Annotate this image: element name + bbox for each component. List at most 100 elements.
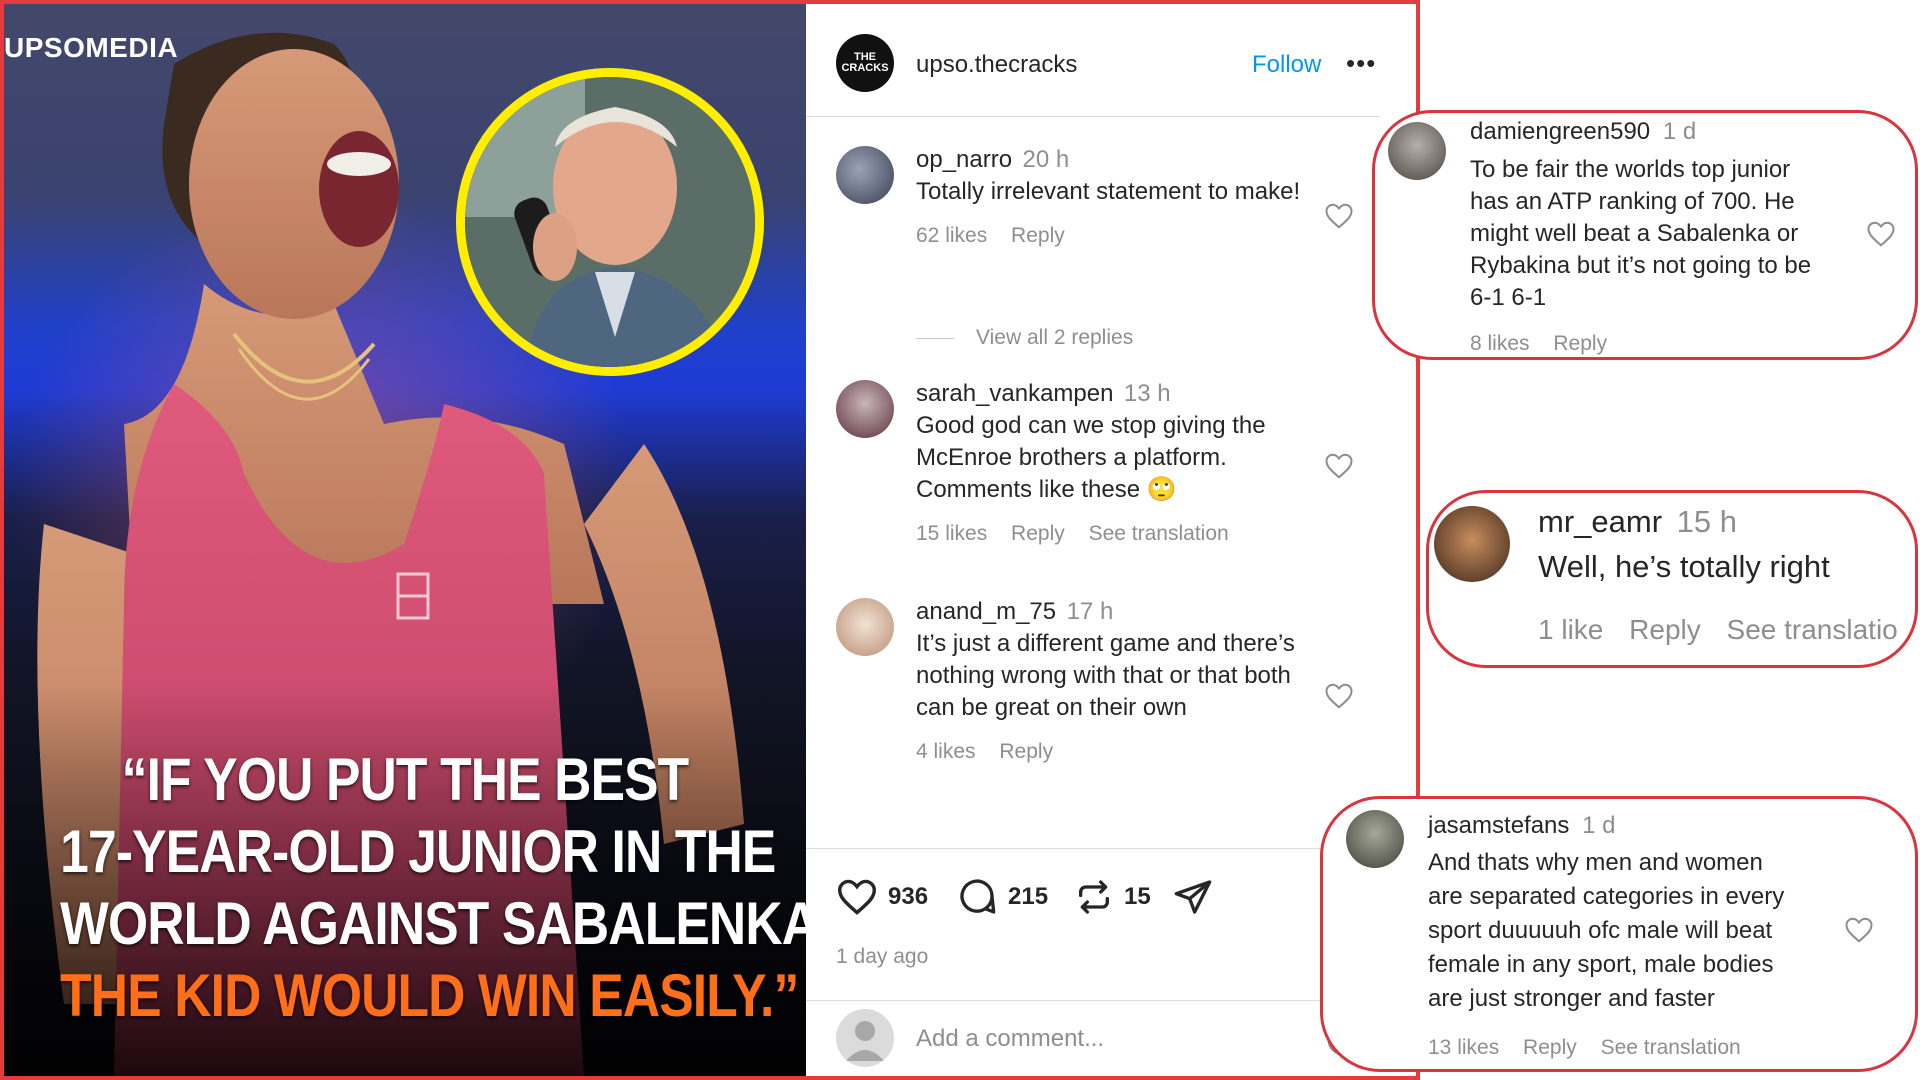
- share-paper-plane-icon[interactable]: [1172, 877, 1214, 917]
- comment-actions: 8 likes Reply: [1470, 332, 1625, 356]
- comment-line: To be fair the worlds top junior: [1470, 156, 1791, 183]
- reply-button[interactable]: Reply: [1011, 224, 1065, 247]
- comment-actions: 13 likes Reply See translation: [1428, 1036, 1759, 1060]
- comment-header: jasamstefans 1 d: [1428, 812, 1615, 840]
- comment-text: Good god can we stop giving the McEnroe …: [916, 412, 1266, 503]
- comment-line: might well beat a Sabalenka or: [1470, 220, 1799, 247]
- man-on-phone-image: [465, 77, 755, 367]
- commenter-avatar[interactable]: [1346, 810, 1404, 868]
- comment-line: are just stronger and faster: [1428, 985, 1715, 1012]
- comment-bubble-icon[interactable]: [956, 877, 998, 917]
- comment-likes[interactable]: 8 likes: [1470, 332, 1530, 355]
- commenter-avatar[interactable]: [836, 598, 894, 656]
- comment-actions: 62 likes Reply: [916, 224, 1316, 248]
- quote-text: “IF YOU PUT THE BEST 17-YEAR-OLD JUNIOR …: [60, 744, 806, 1032]
- more-options-icon[interactable]: •••: [1346, 48, 1376, 79]
- quote-line-2: 17-YEAR-OLD JUNIOR IN THE: [60, 818, 776, 885]
- see-translation-link[interactable]: See translation: [1601, 1036, 1741, 1059]
- comment-line: Rybakina but it’s not going to be: [1470, 252, 1812, 279]
- like-action[interactable]: 936: [836, 877, 928, 917]
- like-comment-heart-icon[interactable]: [1324, 202, 1354, 230]
- post-header: THE CRACKS upso.thecracks Follow •••: [806, 4, 1380, 117]
- comment-body: op_narro 20 h Totally irrelevant stateme…: [916, 146, 1316, 248]
- comment-header: damiengreen590 1 d: [1470, 118, 1696, 146]
- watermark: UPSOMEDIA: [4, 32, 179, 63]
- add-comment-row: [806, 1000, 1380, 1076]
- comment-time: 17 h: [1066, 598, 1114, 625]
- like-count: 936: [888, 883, 929, 910]
- highlighted-comment: mr_eamr 15 h Well, he’s totally right 1 …: [1434, 504, 1914, 660]
- reply-button[interactable]: Reply: [999, 740, 1053, 763]
- like-comment-heart-icon[interactable]: [1324, 452, 1354, 480]
- comment-username[interactable]: sarah_vankampen: [916, 380, 1113, 407]
- comment-text: Well, he’s totally right: [1538, 548, 1830, 586]
- comment-text: It’s just a different game and there’s n…: [916, 630, 1295, 721]
- comment-likes[interactable]: 15 likes: [916, 522, 987, 545]
- reply-button[interactable]: Reply: [1011, 522, 1065, 545]
- highlighted-comment: damiengreen590 1 d To be fair the worlds…: [1388, 118, 1908, 356]
- comment-count: 215: [1008, 883, 1049, 910]
- comment-input[interactable]: [916, 1021, 1316, 1057]
- comment-likes[interactable]: 4 likes: [916, 740, 976, 763]
- default-user-icon: [846, 1021, 884, 1061]
- account-avatar[interactable]: THE CRACKS: [836, 34, 894, 92]
- like-comment-heart-icon[interactable]: [1866, 220, 1896, 248]
- comment-line: Well, he’s totally right: [1538, 549, 1830, 584]
- repost-action[interactable]: 15: [1074, 877, 1151, 917]
- reply-button[interactable]: Reply: [1523, 1036, 1577, 1059]
- quote-line-3: WORLD AGAINST SABALENKA,: [60, 890, 806, 957]
- commenter-avatar[interactable]: [836, 146, 894, 204]
- comment-time: 1 d: [1582, 812, 1616, 839]
- view-replies-link[interactable]: View all 2 replies: [916, 326, 1133, 350]
- comment-line: are separated categories in every: [1428, 883, 1785, 910]
- comment-likes[interactable]: 13 likes: [1428, 1036, 1499, 1059]
- comment-line: 6-1 6-1: [1470, 284, 1547, 311]
- comment-username[interactable]: jasamstefans: [1428, 812, 1569, 839]
- comment-username[interactable]: damiengreen590: [1470, 118, 1650, 145]
- comment-time: 15 h: [1676, 504, 1737, 539]
- see-translation-link[interactable]: See translatio: [1727, 614, 1898, 645]
- avatar-text: CRACKS: [841, 62, 889, 74]
- post-image: UPSOMEDIA “IF YOU PUT THE BEST 17-YEAR-O…: [4, 4, 806, 1076]
- comment-item: anand_m_75 17 h It’s just a different ga…: [806, 598, 1380, 818]
- comment-line: sport duuuuuh ofc male will beat: [1428, 917, 1773, 944]
- comment-header: mr_eamr 15 h: [1538, 504, 1737, 540]
- inset-photo: [456, 68, 764, 376]
- repost-count: 15: [1124, 883, 1151, 910]
- comment-likes[interactable]: 1 like: [1538, 614, 1603, 645]
- comment-likes[interactable]: 62 likes: [916, 224, 987, 247]
- comment-username[interactable]: mr_eamr: [1538, 504, 1662, 539]
- quote-line-4: THE KID WOULD WIN EASILY.”: [60, 962, 799, 1029]
- heart-icon[interactable]: [836, 878, 878, 916]
- quote-line-1: “IF YOU PUT THE BEST: [121, 746, 690, 813]
- highlighted-comment: jasamstefans 1 d And thats why men and w…: [1346, 810, 1906, 1066]
- repost-icon[interactable]: [1074, 877, 1114, 917]
- comment-action[interactable]: 215: [956, 877, 1048, 917]
- replies-divider: [916, 337, 954, 339]
- commenter-avatar[interactable]: [1388, 122, 1446, 180]
- follow-button[interactable]: Follow: [1252, 51, 1321, 79]
- comment-text: Totally irrelevant statement to make!: [916, 178, 1301, 205]
- reply-button[interactable]: Reply: [1629, 614, 1701, 645]
- comment-actions: 4 likes Reply: [916, 740, 1316, 764]
- commenter-avatar[interactable]: [1434, 506, 1510, 582]
- see-translation-link[interactable]: See translation: [1089, 522, 1229, 545]
- comment-body: sarah_vankampen 13 h Good god can we sto…: [916, 380, 1316, 546]
- comment-actions: 1 like Reply See translatio: [1538, 614, 1914, 646]
- comment-body: anand_m_75 17 h It’s just a different ga…: [916, 598, 1316, 764]
- reply-button[interactable]: Reply: [1553, 332, 1607, 355]
- comment-time: 20 h: [1022, 146, 1070, 173]
- comment-time: 13 h: [1123, 380, 1171, 407]
- account-username[interactable]: upso.thecracks: [916, 51, 1077, 79]
- comment-line: And thats why men and women: [1428, 849, 1763, 876]
- comment-text: To be fair the worlds top junior has an …: [1470, 154, 1811, 314]
- like-comment-heart-icon[interactable]: [1324, 682, 1354, 710]
- comment-username[interactable]: anand_m_75: [916, 598, 1056, 625]
- comment-username[interactable]: op_narro: [916, 146, 1012, 173]
- commenter-avatar[interactable]: [836, 380, 894, 438]
- comment-line: female in any sport, male bodies: [1428, 951, 1774, 978]
- share-action[interactable]: [1172, 877, 1214, 917]
- like-comment-heart-icon[interactable]: [1844, 916, 1874, 944]
- comment-item: op_narro 20 h Totally irrelevant stateme…: [806, 146, 1380, 306]
- comment-line: has an ATP ranking of 700. He: [1470, 188, 1795, 215]
